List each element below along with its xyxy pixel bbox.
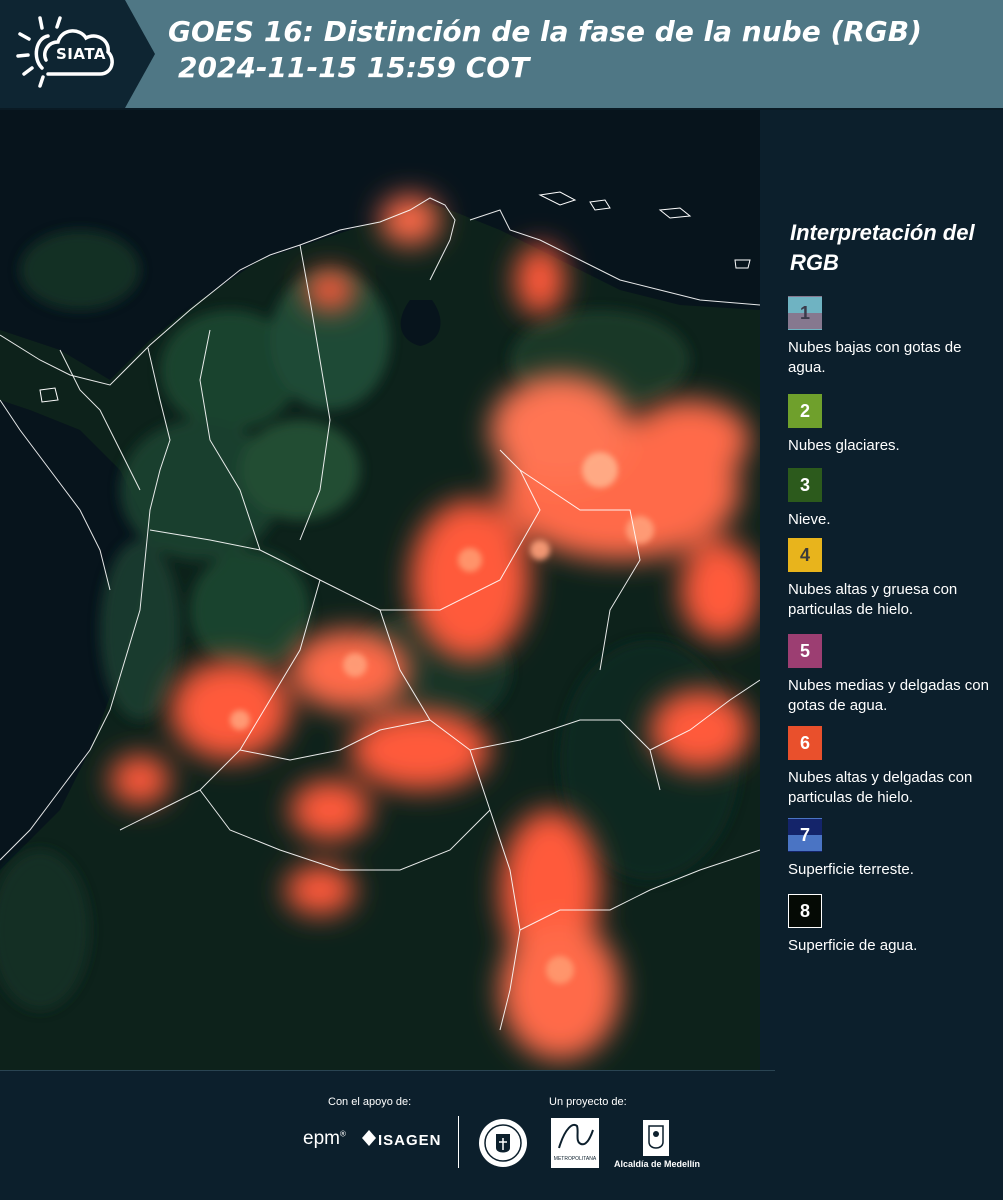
legend-swatch-1: 1 [788,296,822,330]
legend-swatch-2: 2 [788,394,822,428]
satellite-rgb-image [0,110,760,1070]
footer: Con el apoyo de: Un proyecto de: epm® IS… [0,1070,1003,1200]
university-seal-icon [479,1119,527,1167]
legend-title: Interpretación del RGB [790,220,975,275]
legend-label-8: Superficie de agua. [788,937,918,954]
alcaldia-label: Alcaldía de Medellín [614,1159,701,1169]
epm-text: epm [303,1128,340,1149]
legend-swatch-4: 4 [788,538,822,572]
legend-number-5: 5 [799,640,810,661]
legend-item-1: 1 Nubes bajas con gotas de agua. [788,296,993,378]
legend-label-2: Nubes glaciares. [788,437,900,454]
legend-label-4: Nubes altas y gruesa con particulas de h… [788,581,958,618]
legend-item-4: 4 Nubes altas y gruesa con particulas de… [788,538,993,620]
isagen-mark-icon [362,1130,376,1146]
logo-label: SIATA [55,45,106,63]
siata-logo: SIATA [0,0,155,108]
legend-number-3: 3 [799,474,810,495]
footer-divider-line [0,1070,775,1071]
legend-number-6: 6 [799,732,810,753]
project-label: Un proyecto de: [549,1096,627,1108]
legend-item-7: 7 Superficie terreste. [788,818,993,880]
alcaldia-shield-icon [643,1120,669,1156]
isagen-logo: ISAGEN [378,1132,442,1149]
legend-label-5: Nubes medias y delgadas con gotas de agu… [788,677,989,714]
legend-label-6: Nubes altas y delgadas con particulas de… [788,769,973,806]
legend-swatch-6: 6 [788,726,822,760]
title-line-2: 2024-11-15 15:59 COT [178,51,530,84]
legend-swatch-3: 3 [788,468,822,502]
legend-label-3: Nieve. [788,511,831,528]
area-metropolitana-text: METROPOLITANA [553,1156,597,1162]
epm-logo: epm® [303,1128,346,1149]
legend-item-3: 3 Nieve. [788,468,993,530]
legend-number-7: 7 [799,824,810,845]
footer-vertical-divider [458,1116,459,1168]
legend-number-2: 2 [799,400,810,421]
legend-item-8: 8 Superficie de agua. [788,894,993,956]
legend-item-2: 2 Nubes glaciares. [788,394,993,456]
legend-item-5: 5 Nubes medias y delgadas con gotas de a… [788,634,993,716]
satellite-map [0,110,760,1070]
legend-item-6: 6 Nubes altas y delgadas con particulas … [788,726,993,808]
legend-swatch-7: 7 [788,818,822,852]
support-label: Con el apoyo de: [328,1096,412,1108]
legend-number-1: 1 [799,302,810,323]
legend-number-8: 8 [799,900,810,921]
legend-label-7: Superficie terreste. [788,861,914,878]
legend-panel: Interpretación del RGB 1 Nubes bajas con… [760,110,1003,1070]
area-script-icon [558,1123,594,1149]
legend-label-1: Nubes bajas con gotas de agua. [788,339,962,376]
legend-swatch-5: 5 [788,634,822,668]
header-bar: SIATA GOES 16: Distinción de la fase de … [0,0,1003,108]
page-title: GOES 16: Distinción de la fase de la nub… [168,14,922,86]
legend-swatch-8: 8 [788,894,822,928]
legend-number-4: 4 [799,544,810,565]
title-line-1: GOES 16: Distinción de la fase de la nub… [168,15,922,48]
